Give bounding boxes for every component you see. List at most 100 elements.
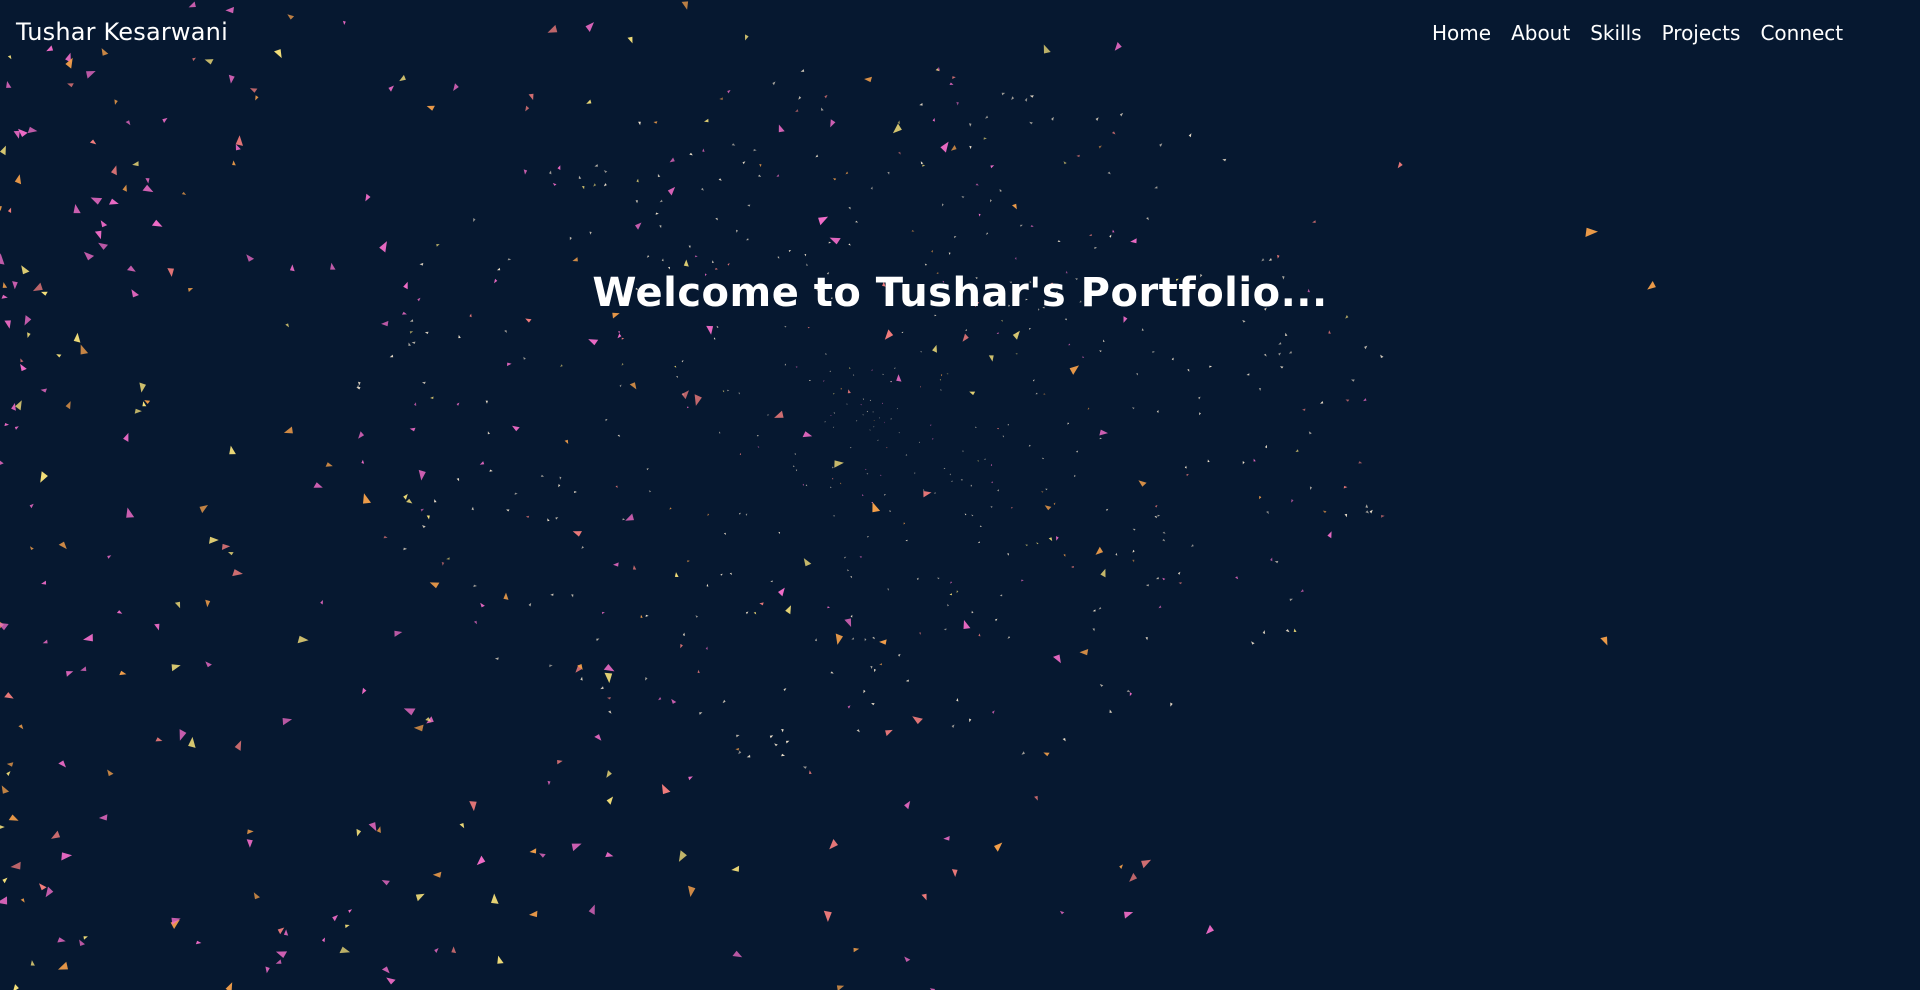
confetti-particle [1309, 486, 1313, 490]
confetti-particle [1103, 339, 1105, 342]
confetti-particle [1186, 473, 1189, 477]
confetti-particle [39, 883, 47, 891]
confetti-particle [1099, 684, 1104, 687]
confetti-particle [1156, 576, 1159, 580]
confetti-particle [1358, 461, 1363, 464]
confetti-particle [1099, 350, 1102, 353]
confetti-particle [415, 893, 425, 902]
confetti-particle [952, 76, 956, 79]
confetti-particle [560, 364, 563, 367]
confetti-particle [824, 421, 827, 423]
confetti-particle [1034, 795, 1038, 801]
confetti-particle [736, 734, 740, 738]
confetti-particle [795, 469, 798, 472]
confetti-particle [529, 910, 538, 918]
confetti-particle [1012, 330, 1020, 340]
confetti-particle [436, 244, 440, 247]
confetti-particle [15, 400, 22, 411]
confetti-particle [1222, 158, 1227, 162]
confetti-particle [704, 118, 709, 123]
confetti-particle [485, 400, 488, 404]
confetti-particle [24, 315, 32, 326]
confetti-particle [783, 688, 787, 692]
confetti-particle [1278, 352, 1282, 356]
confetti-particle [859, 556, 862, 558]
confetti-particle [904, 956, 911, 962]
confetti-particle [745, 611, 749, 615]
confetti-particle [408, 342, 411, 346]
confetti-particle [635, 200, 638, 204]
nav-link-connect[interactable]: Connect [1760, 21, 1843, 45]
confetti-particle [1076, 154, 1080, 158]
confetti-particle [1328, 330, 1331, 334]
confetti-particle [772, 81, 776, 86]
confetti-particle [830, 415, 832, 416]
confetti-particle [383, 535, 388, 539]
confetti-particle [588, 904, 595, 915]
confetti-particle [871, 369, 873, 371]
confetti-particle [950, 480, 953, 482]
confetti-particle [199, 505, 208, 514]
confetti-particle [181, 191, 187, 195]
confetti-particle [795, 366, 798, 368]
confetti-particle [879, 639, 887, 645]
brand-logo-link[interactable]: Tushar Kesarwani [16, 18, 228, 46]
confetti-particle [525, 318, 532, 323]
confetti-particle [905, 454, 908, 456]
confetti-particle [593, 183, 597, 187]
confetti-particle [990, 506, 993, 508]
confetti-particle [381, 320, 389, 327]
confetti-particle [4, 423, 9, 427]
confetti-particle [845, 171, 849, 175]
nav-link-projects[interactable]: Projects [1662, 21, 1741, 45]
confetti-particle [912, 716, 923, 725]
confetti-particle [162, 117, 168, 123]
confetti-particle [870, 186, 873, 190]
confetti-particle [815, 154, 819, 158]
confetti-particle [835, 633, 843, 645]
confetti-particle [1380, 354, 1384, 358]
confetti-particle [411, 341, 416, 344]
confetti-particle [1351, 379, 1355, 382]
nav-link-home[interactable]: Home [1432, 21, 1491, 45]
confetti-particle [978, 633, 981, 637]
confetti-particle [1109, 709, 1113, 713]
confetti-particle [830, 119, 836, 128]
confetti-particle [1154, 186, 1158, 189]
confetti-particle [916, 577, 919, 581]
confetti-particle [232, 569, 243, 577]
confetti-particle [430, 396, 434, 399]
nav-link-about[interactable]: About [1511, 21, 1570, 45]
confetti-particle [229, 445, 236, 455]
confetti-particle [30, 960, 35, 966]
confetti-particle [1007, 553, 1010, 556]
confetti-particle [65, 401, 71, 410]
confetti-particle [473, 584, 477, 588]
confetti-particle [540, 474, 544, 477]
confetti-particle [422, 381, 426, 385]
confetti-particle [528, 602, 532, 607]
confetti-particle [154, 623, 160, 631]
confetti-particle [594, 164, 598, 167]
confetti-particle [1043, 393, 1046, 395]
confetti-particle [73, 332, 81, 343]
confetti-particle [58, 760, 66, 768]
confetti-particle [155, 737, 163, 742]
confetti-particle [330, 262, 336, 270]
nav-link-skills[interactable]: Skills [1590, 21, 1641, 45]
confetti-particle [1289, 598, 1293, 602]
confetti-particle [694, 255, 698, 258]
confetti-particle [605, 418, 608, 422]
confetti-particle [413, 724, 424, 732]
confetti-particle [1381, 514, 1385, 518]
confetti-particle [265, 966, 270, 974]
confetti-particle [941, 203, 944, 207]
confetti-particle [479, 461, 485, 465]
confetti-particle [689, 152, 693, 156]
confetti-particle [122, 184, 127, 192]
confetti-particle [45, 886, 54, 898]
confetti-particle [432, 871, 442, 878]
confetti-particle [950, 145, 957, 151]
confetti-particle [549, 170, 552, 175]
confetti-particle [1130, 238, 1137, 244]
